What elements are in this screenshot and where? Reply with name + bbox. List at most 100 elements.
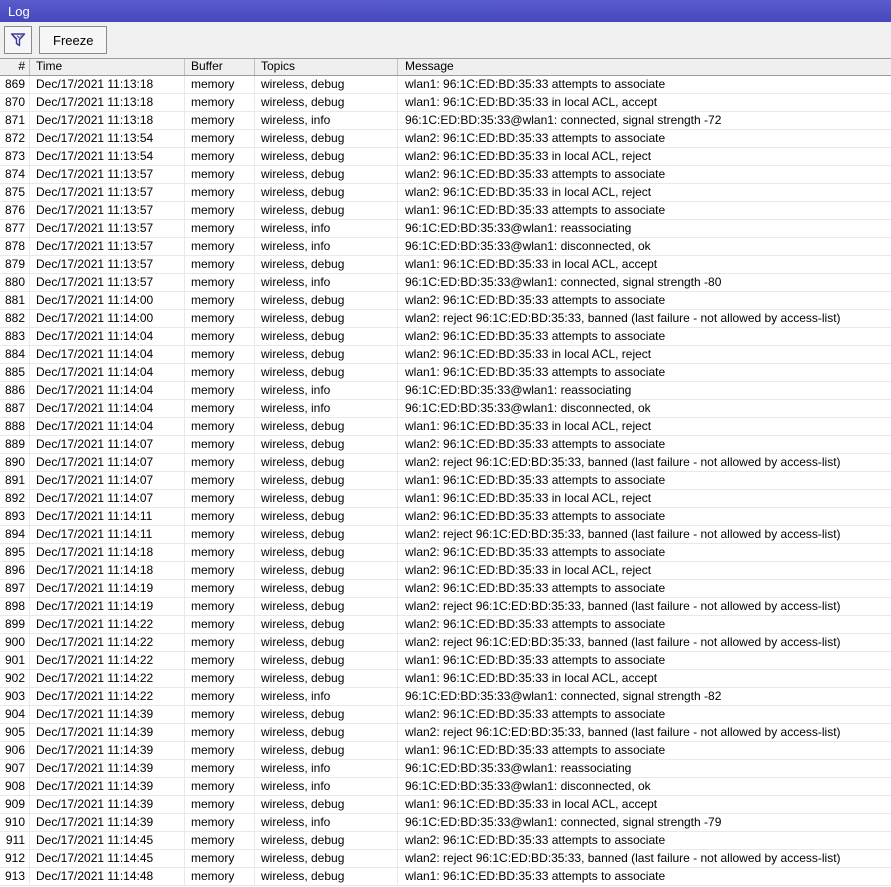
table-row[interactable]: 890 Dec/17/2021 11:14:07 memory wireless…	[0, 454, 891, 472]
cell-id: 913	[0, 868, 30, 885]
table-row[interactable]: 886 Dec/17/2021 11:14:04 memory wireless…	[0, 382, 891, 400]
cell-message: wlan2: 96:1C:ED:BD:35:33 in local ACL, r…	[405, 185, 652, 199]
freeze-button[interactable]: Freeze	[39, 26, 108, 54]
cell-time: Dec/17/2021 11:13:18	[30, 94, 185, 111]
table-row[interactable]: 912 Dec/17/2021 11:14:45 memory wireless…	[0, 850, 891, 868]
table-row[interactable]: 905 Dec/17/2021 11:14:39 memory wireless…	[0, 724, 891, 742]
table-row[interactable]: 911 Dec/17/2021 11:14:45 memory wireless…	[0, 832, 891, 850]
table-row[interactable]: 903 Dec/17/2021 11:14:22 memory wireless…	[0, 688, 891, 706]
cell-topics: wireless, debug	[255, 310, 398, 327]
table-row[interactable]: 887 Dec/17/2021 11:14:04 memory wireless…	[0, 400, 891, 418]
table-row[interactable]: 893 Dec/17/2021 11:14:11 memory wireless…	[0, 508, 891, 526]
table-row[interactable]: 884 Dec/17/2021 11:14:04 memory wireless…	[0, 346, 891, 364]
cell-topics: wireless, debug	[255, 436, 398, 453]
table-row[interactable]: 883 Dec/17/2021 11:14:04 memory wireless…	[0, 328, 891, 346]
cell-id: 874	[0, 166, 30, 183]
table-row[interactable]: 878 Dec/17/2021 11:13:57 memory wireless…	[0, 238, 891, 256]
cell-message: 96:1C:ED:BD:35:33@wlan1: disconnected, o…	[405, 401, 651, 415]
cell-topics: wireless, debug	[255, 346, 398, 363]
table-row[interactable]: 904 Dec/17/2021 11:14:39 memory wireless…	[0, 706, 891, 724]
table-row[interactable]: 895 Dec/17/2021 11:14:18 memory wireless…	[0, 544, 891, 562]
cell-message: 96:1C:ED:BD:35:33@wlan1: disconnected, o…	[405, 239, 651, 253]
cell-time: Dec/17/2021 11:14:04	[30, 346, 185, 363]
table-row[interactable]: 873 Dec/17/2021 11:13:54 memory wireless…	[0, 148, 891, 166]
table-row[interactable]: 894 Dec/17/2021 11:14:11 memory wireless…	[0, 526, 891, 544]
table-row[interactable]: 885 Dec/17/2021 11:14:04 memory wireless…	[0, 364, 891, 382]
column-header-buffer[interactable]: Buffer	[185, 59, 255, 75]
table-row[interactable]: 913 Dec/17/2021 11:14:48 memory wireless…	[0, 868, 891, 886]
table-row[interactable]: 909 Dec/17/2021 11:14:39 memory wireless…	[0, 796, 891, 814]
cell-topics: wireless, debug	[255, 724, 398, 741]
table-row[interactable]: 869 Dec/17/2021 11:13:18 memory wireless…	[0, 76, 891, 94]
cell-buffer: memory	[185, 688, 255, 705]
table-row[interactable]: 870 Dec/17/2021 11:13:18 memory wireless…	[0, 94, 891, 112]
table-row[interactable]: 900 Dec/17/2021 11:14:22 memory wireless…	[0, 634, 891, 652]
table-row[interactable]: 891 Dec/17/2021 11:14:07 memory wireless…	[0, 472, 891, 490]
cell-time: Dec/17/2021 11:14:22	[30, 688, 185, 705]
cell-id: 892	[0, 490, 30, 507]
table-row[interactable]: 896 Dec/17/2021 11:14:18 memory wireless…	[0, 562, 891, 580]
table-row[interactable]: 880 Dec/17/2021 11:13:57 memory wireless…	[0, 274, 891, 292]
window-titlebar[interactable]: Log	[0, 0, 891, 22]
cell-buffer: memory	[185, 508, 255, 525]
cell-message: wlan2: 96:1C:ED:BD:35:33 attempts to ass…	[405, 293, 666, 307]
cell-buffer: memory	[185, 94, 255, 111]
table-row[interactable]: 877 Dec/17/2021 11:13:57 memory wireless…	[0, 220, 891, 238]
column-header-message[interactable]: Message	[398, 59, 891, 75]
cell-message: wlan2: reject 96:1C:ED:BD:35:33, banned …	[405, 599, 841, 613]
cell-buffer: memory	[185, 850, 255, 867]
table-row[interactable]: 899 Dec/17/2021 11:14:22 memory wireless…	[0, 616, 891, 634]
cell-time: Dec/17/2021 11:13:57	[30, 256, 185, 273]
cell-message: wlan2: 96:1C:ED:BD:35:33 in local ACL, r…	[405, 563, 652, 577]
table-row[interactable]: 888 Dec/17/2021 11:14:04 memory wireless…	[0, 418, 891, 436]
table-row[interactable]: 882 Dec/17/2021 11:14:00 memory wireless…	[0, 310, 891, 328]
cell-id: 876	[0, 202, 30, 219]
table-row[interactable]: 879 Dec/17/2021 11:13:57 memory wireless…	[0, 256, 891, 274]
table-row[interactable]: 872 Dec/17/2021 11:13:54 memory wireless…	[0, 130, 891, 148]
column-header-topics[interactable]: Topics	[255, 59, 398, 75]
cell-id: 872	[0, 130, 30, 147]
table-row[interactable]: 892 Dec/17/2021 11:14:07 memory wireless…	[0, 490, 891, 508]
cell-buffer: memory	[185, 238, 255, 255]
table-row[interactable]: 871 Dec/17/2021 11:13:18 memory wireless…	[0, 112, 891, 130]
cell-buffer: memory	[185, 400, 255, 417]
table-row[interactable]: 907 Dec/17/2021 11:14:39 memory wireless…	[0, 760, 891, 778]
cell-message: wlan1: 96:1C:ED:BD:35:33 in local ACL, r…	[405, 419, 652, 433]
cell-id: 907	[0, 760, 30, 777]
table-row[interactable]: 881 Dec/17/2021 11:14:00 memory wireless…	[0, 292, 891, 310]
cell-topics: wireless, info	[255, 760, 398, 777]
table-row[interactable]: 908 Dec/17/2021 11:14:39 memory wireless…	[0, 778, 891, 796]
cell-topics: wireless, debug	[255, 148, 398, 165]
table-row[interactable]: 902 Dec/17/2021 11:14:22 memory wireless…	[0, 670, 891, 688]
cell-id: 889	[0, 436, 30, 453]
cell-id: 910	[0, 814, 30, 831]
cell-buffer: memory	[185, 616, 255, 633]
table-row[interactable]: 874 Dec/17/2021 11:13:57 memory wireless…	[0, 166, 891, 184]
cell-message: wlan2: reject 96:1C:ED:BD:35:33, banned …	[405, 527, 841, 541]
table-row[interactable]: 889 Dec/17/2021 11:14:07 memory wireless…	[0, 436, 891, 454]
table-row[interactable]: 906 Dec/17/2021 11:14:39 memory wireless…	[0, 742, 891, 760]
cell-buffer: memory	[185, 130, 255, 147]
cell-time: Dec/17/2021 11:14:22	[30, 670, 185, 687]
table-row[interactable]: 910 Dec/17/2021 11:14:39 memory wireless…	[0, 814, 891, 832]
table-row[interactable]: 898 Dec/17/2021 11:14:19 memory wireless…	[0, 598, 891, 616]
cell-topics: wireless, debug	[255, 328, 398, 345]
cell-id: 906	[0, 742, 30, 759]
cell-id: 873	[0, 148, 30, 165]
cell-id: 879	[0, 256, 30, 273]
table-row[interactable]: 897 Dec/17/2021 11:14:19 memory wireless…	[0, 580, 891, 598]
table-row[interactable]: 876 Dec/17/2021 11:13:57 memory wireless…	[0, 202, 891, 220]
cell-id: 890	[0, 454, 30, 471]
table-row[interactable]: 901 Dec/17/2021 11:14:22 memory wireless…	[0, 652, 891, 670]
cell-time: Dec/17/2021 11:14:00	[30, 310, 185, 327]
cell-message: wlan2: 96:1C:ED:BD:35:33 attempts to ass…	[405, 581, 666, 595]
column-header-time[interactable]: Time	[30, 59, 185, 75]
cell-message: 96:1C:ED:BD:35:33@wlan1: connected, sign…	[405, 275, 722, 289]
table-row[interactable]: 875 Dec/17/2021 11:13:57 memory wireless…	[0, 184, 891, 202]
cell-topics: wireless, debug	[255, 202, 398, 219]
cell-time: Dec/17/2021 11:14:18	[30, 562, 185, 579]
cell-time: Dec/17/2021 11:14:04	[30, 382, 185, 399]
cell-id: 888	[0, 418, 30, 435]
column-header-number[interactable]: #	[0, 59, 30, 75]
filter-button[interactable]	[4, 26, 32, 54]
